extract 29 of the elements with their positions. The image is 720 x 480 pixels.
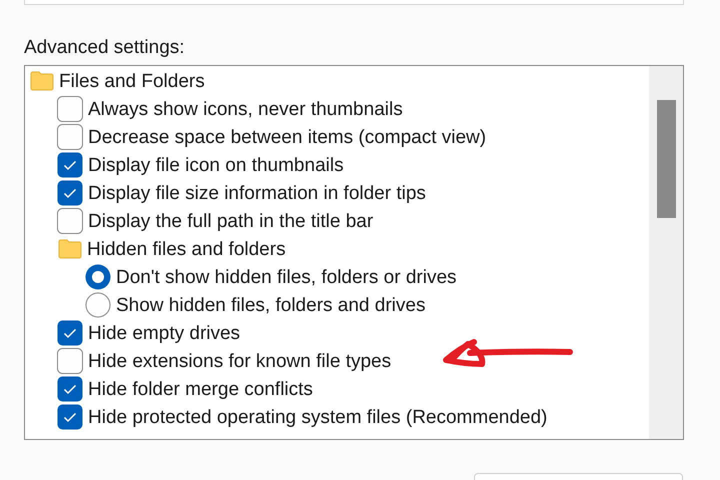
checkbox[interactable] bbox=[57, 124, 83, 150]
checkbox[interactable] bbox=[57, 180, 83, 206]
checkbox[interactable] bbox=[57, 96, 83, 122]
option-label: Display file icon on thumbnails bbox=[88, 156, 344, 174]
option-label: Display the full path in the title bar bbox=[88, 212, 374, 230]
option-label: Hide protected operating system files (Recommended) bbox=[88, 408, 548, 426]
checkbox[interactable] bbox=[57, 152, 83, 178]
group-label: Files and Folders bbox=[59, 72, 205, 90]
scrollbar[interactable] bbox=[649, 66, 683, 439]
checkbox[interactable] bbox=[57, 320, 83, 346]
option-label: Show hidden files, folders and drives bbox=[116, 296, 426, 314]
option-label: Hide empty drives bbox=[88, 324, 240, 342]
checkbox[interactable] bbox=[57, 348, 83, 374]
option-label: Hide extensions for known file types bbox=[88, 352, 392, 370]
radio-button[interactable] bbox=[85, 292, 111, 318]
folder-icon bbox=[58, 239, 82, 259]
checkbox[interactable] bbox=[57, 208, 83, 234]
checkbox[interactable] bbox=[57, 404, 83, 430]
option-label: Display file size information in folder tips bbox=[88, 184, 426, 202]
radio-button[interactable] bbox=[85, 264, 111, 290]
group-label: Hidden files and folders bbox=[87, 240, 286, 258]
option-label: Hide folder merge conflicts bbox=[88, 380, 313, 398]
option-label: Decrease space between items (compact view) bbox=[88, 128, 486, 146]
folder-icon bbox=[30, 71, 54, 91]
option-label: Don't show hidden files, folders or drives bbox=[116, 268, 457, 286]
section-label: Advanced settings: bbox=[24, 37, 186, 59]
checkbox[interactable] bbox=[57, 376, 83, 402]
scrollbar-thumb[interactable] bbox=[656, 100, 676, 218]
option-label: Always show icons, never thumbnails bbox=[88, 100, 403, 118]
